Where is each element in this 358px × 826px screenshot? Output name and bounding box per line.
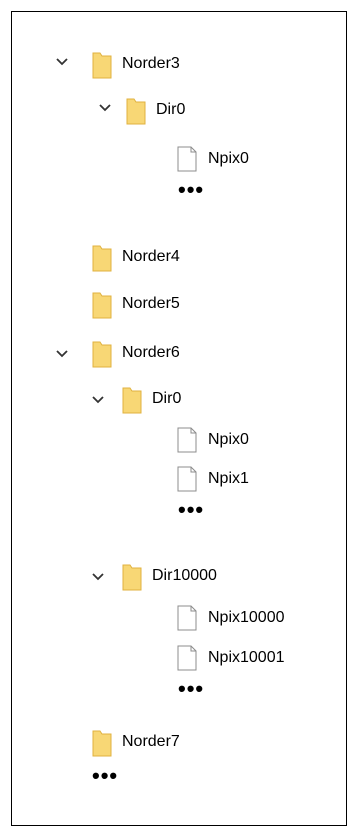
tree-item-norder3[interactable]: Norder3	[92, 50, 180, 79]
tree-item-npix10001[interactable]: Npix10001	[176, 644, 285, 672]
file-icon	[177, 146, 197, 172]
folder-icon	[126, 98, 146, 125]
file-icon	[177, 605, 197, 631]
chevron-down-icon[interactable]	[98, 103, 112, 113]
more-items-indicator: •••	[178, 177, 205, 202]
tree-item-npix0[interactable]: Npix0	[176, 145, 249, 173]
tree-item-dir0[interactable]: Dir0	[126, 96, 186, 125]
tree-item-norder4[interactable]: Norder4	[92, 243, 180, 272]
folder-icon	[92, 730, 112, 757]
folder-icon	[92, 341, 112, 368]
tree-item-label: Npix1	[208, 470, 249, 487]
folder-icon	[122, 564, 142, 591]
tree-item-label: Dir0	[156, 101, 186, 118]
tree-item-label: Norder5	[122, 295, 180, 312]
chevron-down-icon[interactable]	[91, 572, 105, 582]
tree-item-dir0[interactable]: Dir0	[122, 385, 182, 414]
tree-item-dir10000[interactable]: Dir10000	[122, 562, 217, 591]
tree-item-npix10000[interactable]: Npix10000	[176, 604, 285, 632]
tree-item-label: Norder3	[122, 55, 180, 72]
more-items-indicator: •••	[178, 676, 205, 701]
chevron-down-icon[interactable]	[55, 349, 69, 359]
file-icon	[177, 645, 197, 671]
folder-icon	[92, 52, 112, 79]
tree-item-label: Norder6	[122, 344, 180, 361]
folder-icon	[92, 292, 112, 319]
more-items-indicator: •••	[92, 763, 119, 788]
file-icon	[177, 427, 197, 453]
tree-item-label: Dir0	[152, 390, 182, 407]
folder-tree-panel: Norder3 Dir0 Npix0 ••• Norder4 Norder5 N…	[11, 11, 347, 826]
tree-item-npix1[interactable]: Npix1	[176, 465, 249, 493]
file-icon	[177, 466, 197, 492]
tree-item-norder5[interactable]: Norder5	[92, 290, 180, 319]
tree-item-norder6[interactable]: Norder6	[92, 339, 180, 368]
tree-item-label: Npix0	[208, 431, 249, 448]
tree-item-label: Npix0	[208, 150, 249, 167]
chevron-down-icon[interactable]	[55, 57, 69, 67]
tree-item-npix0[interactable]: Npix0	[176, 426, 249, 454]
tree-item-norder7[interactable]: Norder7	[92, 728, 180, 757]
chevron-down-icon[interactable]	[91, 395, 105, 405]
tree-item-label: Norder4	[122, 248, 180, 265]
folder-icon	[92, 245, 112, 272]
tree-item-label: Npix10000	[208, 609, 285, 626]
folder-icon	[122, 387, 142, 414]
folder-tree: Norder3 Dir0 Npix0 ••• Norder4 Norder5 N…	[12, 12, 346, 825]
tree-item-label: Dir10000	[152, 567, 217, 584]
more-items-indicator: •••	[178, 497, 205, 522]
tree-item-label: Npix10001	[208, 649, 285, 666]
tree-item-label: Norder7	[122, 733, 180, 750]
